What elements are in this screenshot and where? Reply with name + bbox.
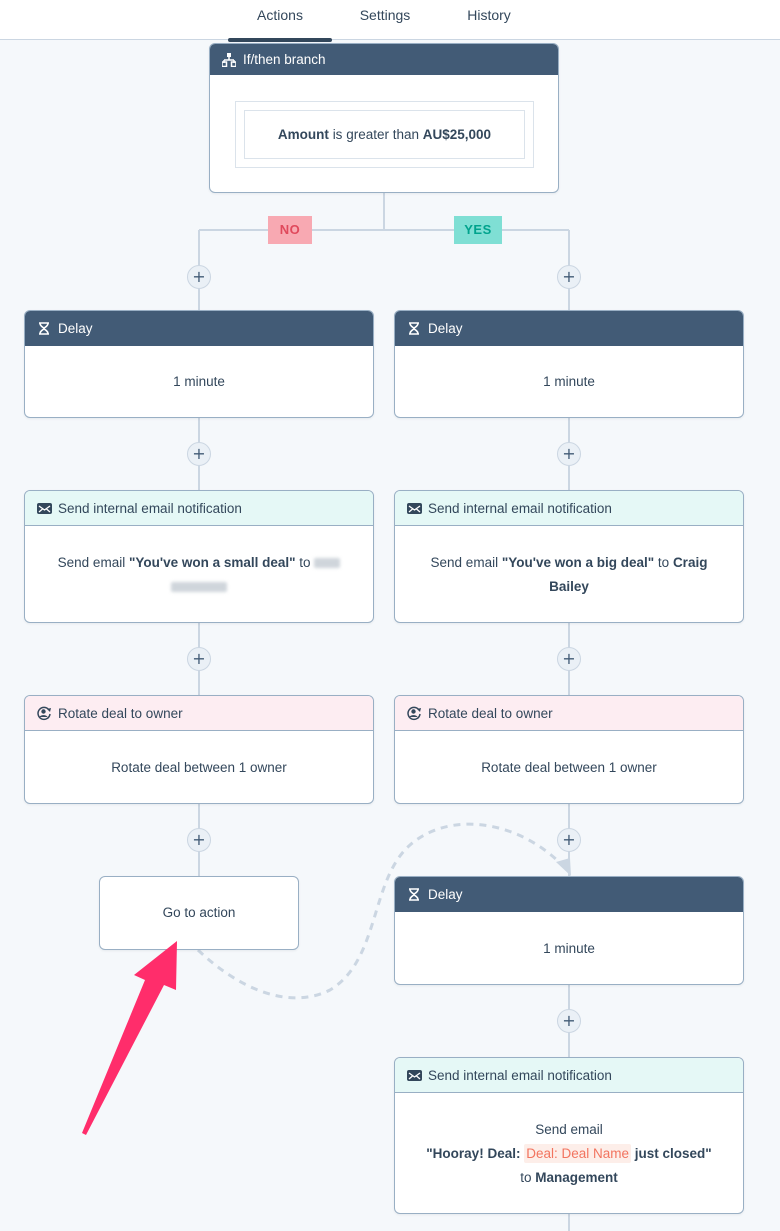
no-email-card[interactable]: Send internal email notification Send em…	[24, 490, 374, 623]
hourglass-icon	[406, 887, 422, 903]
go-to-action-label: Go to action	[162, 905, 236, 920]
add-action-button[interactable]: +	[557, 1009, 581, 1033]
tab-bar: Actions Settings History	[0, 0, 780, 42]
email-summary: Send email "You've won a small deal" to	[25, 526, 373, 622]
rotate-owner-icon	[36, 705, 52, 721]
no-delay-card[interactable]: Delay 1 minute	[24, 310, 374, 418]
branch-icon	[221, 52, 237, 68]
hourglass-icon	[36, 321, 52, 337]
rotate-summary: Rotate deal between 1 owner	[481, 759, 657, 775]
add-action-button[interactable]: +	[187, 828, 211, 852]
yes-branch-badge: YES	[454, 216, 502, 244]
deal-name-token: Deal: Deal Name	[524, 1143, 632, 1163]
yes-rotate-card[interactable]: Rotate deal to owner Rotate deal between…	[394, 695, 744, 804]
add-action-button[interactable]: +	[557, 265, 581, 289]
hourglass-icon	[406, 321, 422, 337]
go-to-action-card[interactable]: Go to action	[99, 876, 299, 950]
no-rotate-card[interactable]: Rotate deal to owner Rotate deal between…	[24, 695, 374, 804]
branch-title: If/then branch	[243, 52, 326, 67]
add-action-button[interactable]: +	[557, 828, 581, 852]
tab-actions[interactable]: Actions	[228, 0, 332, 42]
goto-arrowhead	[556, 858, 571, 876]
condition-row[interactable]: Amount is greater than AU$25,000	[244, 110, 525, 159]
envelope-icon	[406, 1067, 422, 1083]
redacted-recipient	[170, 581, 227, 592]
email-summary: Send email "You've won a big deal" to Cr…	[430, 554, 708, 594]
email-summary: Send email "Hooray! Deal: Deal: Deal Nam…	[426, 1121, 712, 1185]
yes-delay2-card[interactable]: Delay 1 minute	[394, 876, 744, 985]
yes-email-card[interactable]: Send internal email notification Send em…	[394, 490, 744, 623]
add-action-button[interactable]: +	[187, 265, 211, 289]
no-branch-badge: NO	[268, 216, 312, 244]
envelope-icon	[406, 500, 422, 516]
yes-email2-card[interactable]: Send internal email notification Send em…	[394, 1057, 744, 1214]
add-action-button[interactable]: +	[187, 647, 211, 671]
delay-duration: 1 minute	[543, 374, 595, 389]
condition-group: Amount is greater than AU$25,000	[235, 101, 534, 168]
add-action-button[interactable]: +	[557, 647, 581, 671]
tab-settings[interactable]: Settings	[350, 0, 420, 40]
delay-duration: 1 minute	[173, 374, 225, 389]
if-then-branch-card[interactable]: If/then branch Amount is greater than AU…	[209, 43, 559, 193]
redacted-recipient	[314, 557, 341, 568]
yes-delay-card[interactable]: Delay 1 minute	[394, 310, 744, 418]
rotate-owner-icon	[406, 705, 422, 721]
tab-history[interactable]: History	[455, 0, 523, 40]
add-action-button[interactable]: +	[557, 442, 581, 466]
envelope-icon	[36, 500, 52, 516]
workflow-canvas: Actions Settings History If/then branch …	[0, 0, 780, 1231]
annotation-arrow-shape	[82, 941, 177, 1135]
add-action-button[interactable]: +	[187, 442, 211, 466]
rotate-summary: Rotate deal between 1 owner	[111, 759, 287, 775]
delay-duration: 1 minute	[543, 940, 595, 956]
